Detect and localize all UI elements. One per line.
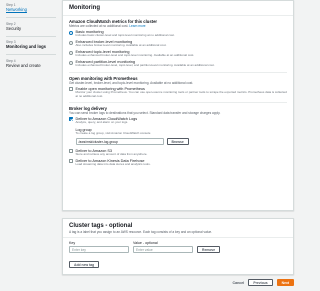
log-group-input[interactable]: /aws/msk/cluster-log-group	[75, 137, 164, 145]
option-desc: Monitor your cluster using Prometheus. Y…	[75, 90, 287, 98]
step-current-monitoring: Monitoring and logs	[6, 44, 47, 50]
tags-panel-header: Cluster tags - optional A tag is a label…	[63, 219, 293, 238]
option-broker-level[interactable]: Enhanced broker-level monitoring Also in…	[69, 40, 287, 48]
option-desc: Load streaming data into data stores and…	[75, 162, 151, 167]
radio[interactable]	[69, 50, 73, 55]
broker-log-desc: You can send broker logs to destinations…	[69, 110, 221, 115]
step-link-networking[interactable]: Networking	[6, 7, 62, 12]
wizard-footer: Cancel Previous Next	[233, 279, 294, 286]
checkbox[interactable]	[69, 159, 73, 164]
learn-more-link[interactable]: Learn more	[129, 24, 145, 28]
option-cloudwatch-logs[interactable]: Deliver to Amazon CloudWatch Logs Analyz…	[69, 117, 287, 125]
key-label: Key	[69, 241, 76, 245]
next-button[interactable]: Next	[276, 279, 294, 286]
browse-button[interactable]: Browse	[166, 137, 189, 145]
radio[interactable]	[69, 60, 73, 65]
radio[interactable]	[69, 40, 73, 45]
radio-selected[interactable]	[69, 30, 73, 35]
add-tag-button[interactable]: Add new tag	[69, 261, 100, 269]
step-divider	[6, 17, 56, 18]
step-link-security[interactable]: Security	[6, 26, 62, 31]
value-label: Value - optional	[133, 241, 158, 245]
divider	[69, 102, 287, 103]
option-firehose[interactable]: Deliver to Amazon Kinesis Data Firehose …	[69, 159, 287, 167]
checkbox[interactable]	[69, 149, 73, 154]
wizard-steps: Step 1 Networking Step 2 Security Step 3…	[0, 0, 62, 291]
tag-value-input[interactable]: Enter value	[133, 246, 193, 254]
tag-key-input[interactable]: Enter key	[69, 246, 129, 254]
divider	[69, 72, 287, 73]
option-desc: Includes enhanced broker-level and topic…	[75, 53, 195, 58]
checkbox[interactable]	[69, 87, 73, 92]
panel-title: Cluster tags - optional	[69, 223, 133, 229]
monitoring-panel: Monitoring Amazon CloudWatch metrics for…	[62, 0, 294, 211]
tags-desc: A tag is a label that you assign to an A…	[69, 230, 213, 234]
option-desc: Store and retrieve any amount of data fr…	[75, 152, 148, 157]
checkbox-checked[interactable]	[69, 117, 73, 122]
option-desc: Analyze, query, and alarm on your logs.	[75, 120, 129, 125]
tag-labels: Key Value - optional	[69, 241, 287, 245]
step-security[interactable]: Step 2 Security	[6, 22, 62, 31]
step-divider	[6, 54, 56, 55]
option-desc: Includes basic cluster-level and topic-l…	[75, 33, 175, 38]
prometheus-desc: Get cluster-level, broker-level, and top…	[69, 80, 194, 85]
option-partition-level[interactable]: Enhanced partition-level monitoring Incl…	[69, 60, 287, 68]
step-divider	[6, 35, 56, 37]
step-monitoring: Step 3 Monitoring and logs	[6, 40, 62, 49]
option-basic-monitoring[interactable]: Basic monitoring Includes basic cluster-…	[69, 30, 287, 38]
cluster-tags-panel: Cluster tags - optional A tag is a label…	[62, 218, 294, 275]
main-content: Monitoring Amazon CloudWatch metrics for…	[62, 0, 294, 275]
field-desc: To create a log group, visit Amazon Clou…	[75, 131, 151, 136]
previous-button[interactable]: Previous	[248, 279, 273, 286]
log-group-row: /aws/msk/cluster-log-group Browse	[75, 137, 288, 145]
remove-tag-button[interactable]: Remove	[197, 246, 221, 254]
cloudwatch-metrics-desc: Metrics are collected at no additional c…	[69, 24, 146, 28]
tags-panel-body: Key Value - optional Enter key Enter val…	[63, 238, 293, 275]
monitoring-panel-body: Amazon CloudWatch metrics for this clust…	[63, 16, 293, 171]
step-review: Step 4 Review and create	[6, 59, 62, 68]
option-prometheus[interactable]: Enable open monitoring with Prometheus M…	[69, 87, 287, 99]
monitoring-panel-header: Monitoring	[63, 1, 293, 16]
panel-title: Monitoring	[69, 5, 100, 11]
option-s3[interactable]: Deliver to Amazon S3 Store and retrieve …	[69, 149, 287, 157]
option-topic-level[interactable]: Enhanced topic-level monitoring Includes…	[69, 50, 287, 58]
step-label-review: Review and create	[6, 62, 41, 68]
option-desc: Includes enhanced broker-level, topic-le…	[75, 63, 215, 68]
tag-row: Enter key Enter value Remove	[69, 246, 287, 254]
option-desc: Also includes broker-level monitoring. A…	[75, 43, 167, 48]
log-group-field: Log group To create a log group, visit A…	[69, 128, 287, 145]
step-networking[interactable]: Step 1 Networking	[6, 3, 62, 12]
cancel-button[interactable]: Cancel	[233, 281, 245, 285]
